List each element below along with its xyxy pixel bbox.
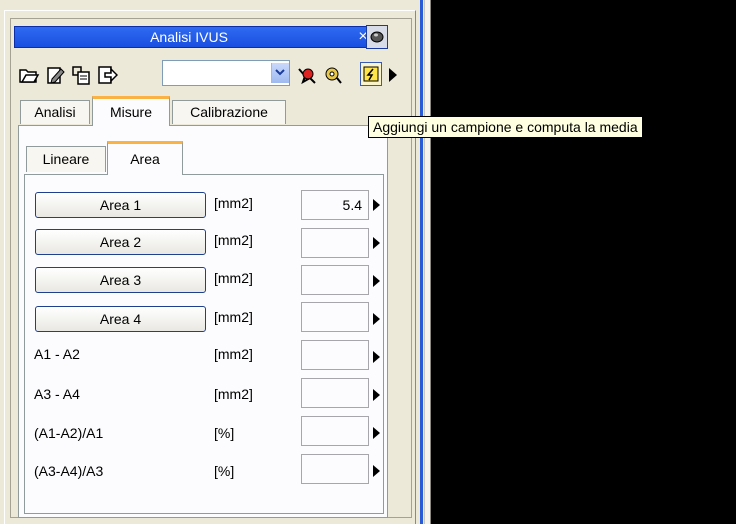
a3-a4-value[interactable] [301, 378, 369, 408]
area-2-button[interactable]: Area 2 [35, 229, 206, 255]
pin-icon [370, 31, 384, 43]
area-3-value[interactable] [301, 265, 369, 295]
unit-label: [mm2] [214, 232, 253, 248]
tab-analisi[interactable]: Analisi [20, 100, 90, 124]
row-arrow-icon[interactable] [373, 237, 380, 249]
a1-a2-value[interactable] [301, 340, 369, 370]
unit-label: [mm2] [214, 346, 253, 362]
unit-label: [mm2] [214, 309, 253, 325]
edit-doc-icon[interactable] [44, 64, 66, 86]
area-3-button[interactable]: Area 3 [35, 267, 206, 293]
row-arrow-icon[interactable] [373, 275, 380, 287]
panel-titlebar[interactable]: Analisi IVUS × [14, 26, 388, 48]
row-arrow-icon[interactable] [373, 465, 380, 477]
row-arrow-icon[interactable] [373, 389, 380, 401]
ratio-a1-label: (A1-A2)/A1 [34, 425, 104, 441]
ratio-a3-value[interactable] [301, 454, 369, 484]
area-4-value[interactable] [301, 302, 369, 332]
unit-label: [%] [214, 463, 235, 479]
open-folder-icon[interactable] [18, 64, 40, 86]
chevron-down-icon[interactable] [271, 63, 289, 83]
gear-icon[interactable] [322, 64, 344, 86]
subtab-lineare[interactable]: Lineare [26, 146, 106, 172]
export-icon[interactable] [96, 64, 119, 86]
row-arrow-icon[interactable] [373, 313, 380, 325]
add-sample-button[interactable] [360, 62, 382, 86]
row-arrow-icon[interactable] [373, 351, 380, 363]
a3-a4-label: A3 - A4 [34, 386, 80, 402]
area-4-button[interactable]: Area 4 [35, 306, 206, 332]
unit-label: [mm2] [214, 270, 253, 286]
row-arrow-icon[interactable] [373, 427, 380, 439]
add-sample-icon [363, 66, 379, 82]
area-1-value[interactable]: 5.4 [301, 190, 369, 220]
row-arrow-icon[interactable] [373, 199, 380, 211]
bug-icon[interactable] [296, 64, 318, 86]
panel-title: Analisi IVUS [150, 29, 228, 45]
tab-misure[interactable]: Misure [92, 96, 170, 126]
image-viewport[interactable] [431, 0, 736, 524]
more-arrow-icon[interactable] [389, 68, 397, 82]
scan-doc-icon[interactable] [70, 64, 92, 86]
unit-label: [mm2] [214, 195, 253, 211]
toolbar-combo[interactable] [162, 60, 290, 86]
a1-a2-label: A1 - A2 [34, 346, 80, 362]
unit-label: [mm2] [214, 386, 253, 402]
ratio-a3-label: (A3-A4)/A3 [34, 463, 104, 479]
area-2-value[interactable] [301, 228, 369, 258]
splitter-handle[interactable] [424, 0, 431, 524]
pin-button[interactable] [366, 25, 388, 49]
splitter-accent [420, 0, 423, 524]
unit-label: [%] [214, 425, 235, 441]
tooltip: Aggiungi un campione e computa la media [368, 116, 643, 138]
tab-calibrazione[interactable]: Calibrazione [172, 100, 286, 124]
subtab-area[interactable]: Area [107, 141, 183, 175]
ratio-a1-value[interactable] [301, 416, 369, 446]
area-1-button[interactable]: Area 1 [35, 192, 206, 218]
